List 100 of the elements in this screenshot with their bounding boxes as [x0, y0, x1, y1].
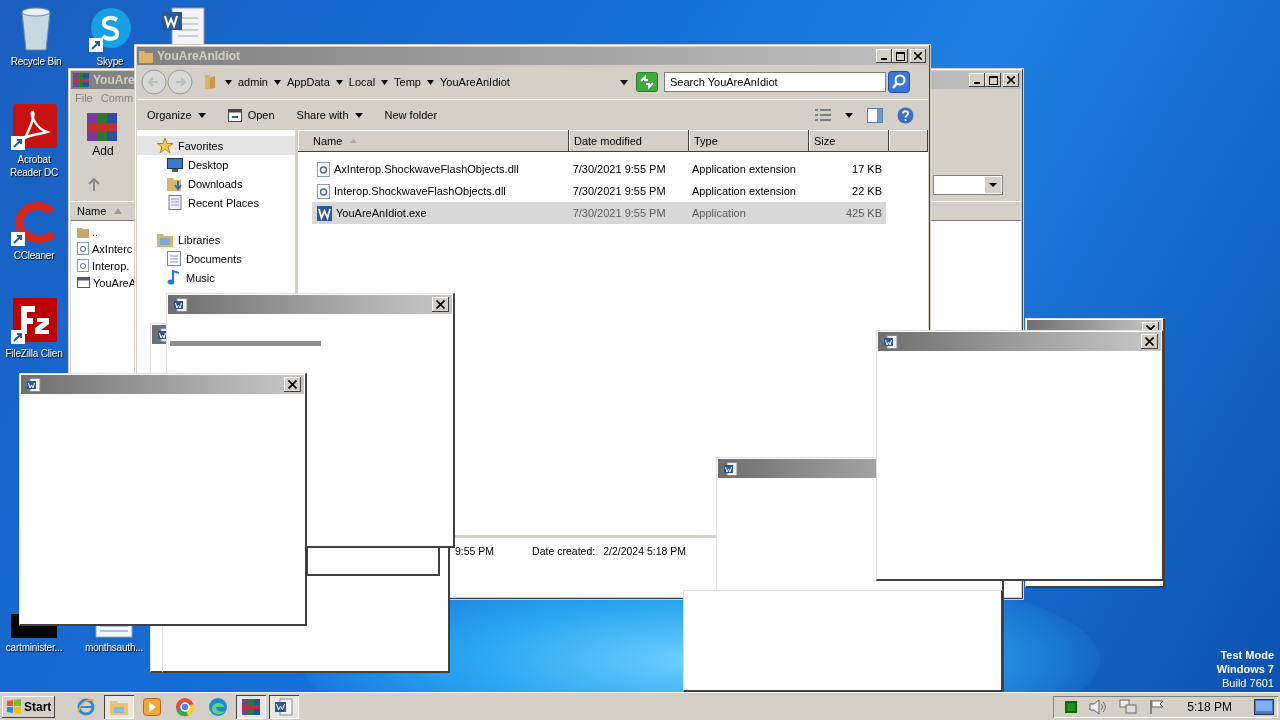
nav-item[interactable]: Music [137, 268, 295, 287]
file-name[interactable]: Interop. [92, 259, 130, 272]
search-icon[interactable] [888, 71, 910, 93]
clock[interactable]: 5:18 PM [1187, 699, 1232, 714]
maximize-icon [988, 75, 998, 85]
word-document-icon [174, 297, 188, 312]
caret-icon[interactable] [335, 79, 343, 85]
dropdown-caret-icon[interactable] [845, 112, 853, 118]
icon-label: Skype [96, 55, 124, 68]
help-icon[interactable] [897, 106, 914, 124]
file-size: 425 KB [845, 207, 882, 219]
folder-icon [139, 49, 153, 63]
gear-file-icon [317, 183, 330, 199]
network-icon[interactable] [1119, 698, 1138, 715]
address-bar[interactable]: admin AppData Local Temp YouAreAnIdiot [199, 72, 636, 92]
breadcrumb-item[interactable]: admin [238, 76, 268, 88]
start-button[interactable]: Start [2, 695, 56, 718]
document-icon[interactable] [160, 6, 208, 46]
icon-label: FileZilla Clien [5, 347, 63, 360]
nav-item[interactable]: Favorites [137, 136, 295, 155]
file-name[interactable]: YouAreA [93, 276, 137, 289]
toolbar-button[interactable]: Organize [143, 107, 210, 123]
add-button[interactable]: Add [85, 111, 121, 171]
watermark-line: Windows 7 [1216, 662, 1274, 676]
icon-label: monthsauth... [85, 641, 143, 654]
filezilla-icon[interactable] [11, 298, 57, 344]
close-button[interactable] [432, 297, 449, 312]
caret-icon[interactable] [427, 79, 434, 85]
taskbar-app[interactable] [269, 694, 300, 719]
file-name[interactable]: AxInterc [92, 242, 133, 255]
minimize-button[interactable] [876, 49, 892, 63]
caret-icon[interactable] [381, 79, 389, 85]
nav-item[interactable]: Recent Places [137, 193, 295, 212]
date-modified: 9:55 PM [455, 545, 495, 557]
gear-file-icon [77, 242, 89, 255]
chrome-icon [175, 696, 196, 717]
icon-label: Recycle Bin [10, 55, 62, 68]
column-header[interactable]: Type [689, 130, 809, 152]
breadcrumb-item[interactable]: Temp [394, 76, 421, 88]
refresh-icon[interactable] [636, 72, 658, 92]
file-name[interactable]: .. [92, 225, 99, 238]
file-type: Application [692, 207, 746, 219]
nav-item[interactable]: Documents [137, 249, 295, 268]
icon-label: CCleaner [13, 249, 55, 262]
icon-label: Acrobat Reader DC [8, 153, 60, 179]
archive-icon [73, 73, 89, 87]
date-modified: 7/30/2021 9:55 PM [572, 207, 666, 219]
close-button[interactable] [1141, 334, 1158, 349]
taskbar-app[interactable] [236, 694, 267, 719]
speaker-icon[interactable] [1089, 698, 1108, 715]
close-icon [436, 300, 445, 309]
window-icon [227, 108, 242, 122]
toolbar-button[interactable]: Share with [292, 107, 367, 123]
nav-item[interactable]: Libraries [137, 230, 295, 249]
minimize-button[interactable] [969, 73, 985, 87]
flag-icon[interactable] [1149, 698, 1166, 715]
nav-item[interactable]: Downloads [137, 174, 295, 193]
maximize-button[interactable] [985, 73, 1001, 87]
acrobat-icon[interactable] [11, 104, 57, 150]
file-type: Application extension [692, 185, 796, 197]
nav-item[interactable]: Desktop [137, 155, 295, 174]
skype-icon[interactable] [87, 6, 133, 52]
close-button[interactable] [284, 377, 301, 392]
path-dropdown[interactable] [933, 175, 1003, 195]
file-size: 22 KB [852, 185, 882, 197]
view-options-icon[interactable] [815, 108, 831, 122]
breadcrumb-item[interactable]: Local [348, 76, 376, 88]
close-button[interactable] [1003, 73, 1019, 87]
maximize-icon [895, 51, 905, 61]
caret-icon[interactable] [225, 79, 232, 85]
archive-icon [241, 697, 262, 716]
toolbar-button[interactable]: New folder [380, 107, 442, 123]
window-file-icon [77, 277, 90, 288]
close-icon [1145, 337, 1154, 346]
maximize-button[interactable] [892, 49, 908, 63]
column-header[interactable]: Name [77, 205, 107, 217]
breadcrumb-item[interactable]: AppData [286, 76, 330, 88]
preview-pane-icon[interactable] [867, 107, 883, 123]
toolbar-button[interactable]: Open [223, 106, 279, 124]
ccleaner-icon[interactable] [11, 200, 57, 246]
close-icon [288, 380, 297, 389]
file-row[interactable]: Interop.ShockwaveFlashObjects.dll 7/30/2021 9:55 PM Application extension 22 KB [312, 180, 886, 202]
caret-icon [354, 112, 363, 118]
column-header[interactable] [889, 130, 928, 152]
close-button[interactable] [910, 49, 926, 63]
caret-icon[interactable] [273, 79, 281, 85]
dropdown-caret-icon[interactable] [620, 79, 628, 85]
date-modified: 7/30/2021 9:55 PM [572, 163, 666, 175]
column-header[interactable]: Size [809, 130, 889, 152]
taskbar-app[interactable] [104, 694, 135, 719]
file-row[interactable]: AxInterop.ShockwaveFlashObjects.dll 7/30/2021 9:55 PM Application extension 17 KB [312, 158, 886, 180]
detail-label: Date created: [532, 545, 596, 557]
file-type: Application extension [692, 163, 796, 175]
breadcrumb-item[interactable]: YouAreAnIdiot [440, 76, 510, 88]
show-desktop-icon[interactable] [1254, 698, 1274, 715]
status-icon[interactable] [1065, 700, 1078, 713]
column-header[interactable]: Name [298, 130, 569, 152]
column-header[interactable]: Date modified [569, 130, 689, 152]
file-row[interactable]: YouAreAnIdiot.exe 7/30/2021 9:55 PM Application 425 KB [312, 202, 886, 224]
search-field[interactable]: Search YouAreAnIdiot [664, 72, 886, 92]
